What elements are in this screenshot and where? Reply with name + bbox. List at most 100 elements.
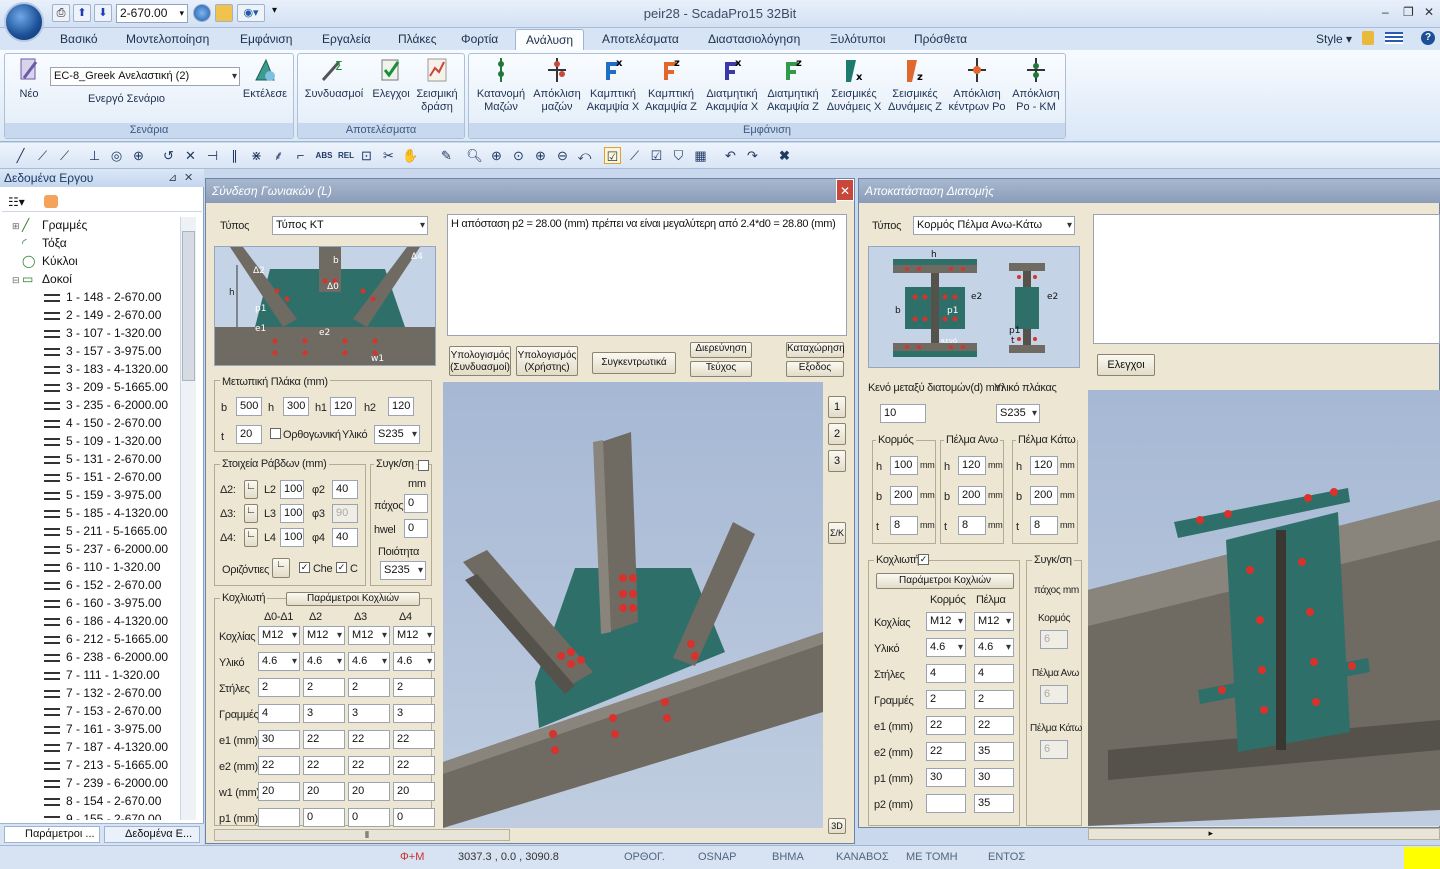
d1-bolt-select[interactable]: 4.6 bbox=[393, 652, 435, 671]
d2-dim-input[interactable]: 8 bbox=[958, 516, 986, 535]
d1-hscrollbar[interactable]: ⦀ bbox=[214, 829, 510, 841]
graph-icon[interactable]: ⟋ bbox=[626, 147, 643, 164]
c-checkbox[interactable]: ✓ bbox=[336, 562, 347, 573]
tab-modeling[interactable]: Μοντελοποίηση bbox=[126, 32, 209, 46]
bar-length-input[interactable]: 100 bbox=[280, 480, 304, 499]
d1-bolt-input[interactable]: 22 bbox=[303, 730, 345, 749]
rotate-tool-icon[interactable]: ↺ bbox=[160, 147, 177, 164]
d2-bolt-input[interactable] bbox=[926, 794, 966, 813]
investigation-button[interactable]: Διερεύνηση bbox=[690, 342, 752, 358]
tree-beam-item[interactable]: 1 - 148 - 2-670.00 bbox=[44, 288, 161, 306]
d1-bolt-input[interactable]: 3 bbox=[348, 704, 390, 723]
d1-bolt-select[interactable]: 4.6 bbox=[303, 652, 345, 671]
tree-beam-item[interactable]: 5 - 185 - 4-1320.00 bbox=[44, 504, 168, 522]
d2-weld-top-input[interactable]: 6 bbox=[1040, 685, 1068, 704]
fillet-tool-icon[interactable]: ⌐ bbox=[292, 147, 309, 164]
tree-beam-item[interactable]: 6 - 110 - 1-320.00 bbox=[44, 558, 161, 576]
weld-checkbox[interactable] bbox=[418, 460, 429, 471]
tab-design[interactable]: Διαστασιολόγηση bbox=[708, 32, 800, 46]
tree-beam-item[interactable]: 7 - 111 - 1-320.00 bbox=[44, 666, 160, 684]
delete-icon[interactable]: ✖ bbox=[776, 147, 793, 164]
exit-button[interactable]: Εξοδος bbox=[786, 361, 844, 377]
tree-beam-item[interactable]: 7 - 239 - 6-2000.00 bbox=[44, 774, 168, 792]
node-tool-icon[interactable]: ⸙ bbox=[270, 147, 287, 164]
d2-bolt-params-button[interactable]: Παράμετροι Κοχλιών bbox=[876, 573, 1014, 589]
view-3-button[interactable]: 3 bbox=[828, 450, 846, 472]
view-2-button[interactable]: 2 bbox=[828, 423, 846, 445]
d1-bolt-input[interactable]: 0 bbox=[348, 808, 390, 827]
shear-stiffness-z-button[interactable]: z Διατμητική Ακαμψία Z bbox=[763, 56, 823, 114]
tree-beam-item[interactable]: 3 - 107 - 1-320.00 bbox=[44, 324, 161, 342]
combinations-button[interactable]: Σ Συνδυασμοί bbox=[302, 56, 366, 101]
d2-bolt-input[interactable]: 4 bbox=[974, 664, 1014, 683]
d2-3d-view[interactable] bbox=[1088, 390, 1440, 826]
d1-bolt-input[interactable]: 22 bbox=[258, 756, 300, 775]
zoom-minus-icon[interactable]: ⊖ bbox=[554, 147, 571, 164]
undo-icon[interactable]: ↶ bbox=[722, 147, 739, 164]
bar-phi-input[interactable]: 40 bbox=[332, 528, 358, 547]
d2-bolt-input[interactable]: 30 bbox=[926, 768, 966, 787]
seismic-action-button[interactable]: Σεισμική δράση bbox=[413, 56, 461, 114]
d2-hscrollbar[interactable]: ▸ bbox=[1088, 828, 1440, 840]
zoom-previous-icon[interactable]: ⤺ bbox=[576, 147, 593, 164]
tab-parameters[interactable]: Παράμετροι ... bbox=[4, 826, 100, 843]
tree-beam-item[interactable]: 6 - 212 - 5-1665.00 bbox=[44, 630, 168, 648]
refresh-icon[interactable] bbox=[44, 195, 58, 208]
grid-icon[interactable]: ▦ bbox=[692, 147, 709, 164]
seismic-forces-x-button[interactable]: x Σεισμικές Δυνάμεις X bbox=[824, 56, 884, 114]
mass-distribution-button[interactable]: Κατανομή Μαζών bbox=[472, 56, 530, 114]
status-step[interactable]: ΒΗΜΑ bbox=[772, 851, 804, 863]
d1-bolt-input[interactable]: 22 bbox=[393, 756, 435, 775]
d2-dim-input[interactable]: 200 bbox=[1030, 486, 1058, 505]
tree-beam-item[interactable]: 5 - 151 - 2-670.00 bbox=[44, 468, 161, 486]
d1-bolt-input[interactable]: 4 bbox=[258, 704, 300, 723]
d1-bolt-params-button[interactable]: Παράμετροι Κοχλιών bbox=[286, 592, 420, 606]
circle-tool-icon[interactable]: ◎ bbox=[108, 147, 125, 164]
tree-beam-item[interactable]: 7 - 153 - 2-670.00 bbox=[44, 702, 161, 720]
tab-analysis[interactable]: Ανάλυση bbox=[515, 29, 585, 51]
d2-bolt-select[interactable]: 4.6 bbox=[974, 638, 1014, 657]
weld-quality-select[interactable]: S235 bbox=[380, 561, 426, 580]
d2-bolt-input[interactable]: 4 bbox=[926, 664, 966, 683]
d1-bolt-input[interactable] bbox=[258, 808, 300, 827]
d1-bolt-input[interactable]: 0 bbox=[303, 808, 345, 827]
calc-user-button[interactable]: Υπολογισμός (Χρήστης) bbox=[516, 346, 578, 376]
d1-bolt-input[interactable]: 20 bbox=[258, 782, 300, 801]
hwel-input[interactable]: 0 bbox=[404, 519, 428, 538]
d1-bolt-input[interactable]: 3 bbox=[303, 704, 345, 723]
tab-project-data[interactable]: Δεδομένα Ε... bbox=[104, 826, 200, 843]
d1-3d-view[interactable] bbox=[443, 382, 823, 828]
summary-button[interactable]: Συγκεντρωτικά bbox=[592, 352, 676, 374]
d1-bolt-input[interactable]: 22 bbox=[303, 756, 345, 775]
scenario-combo[interactable]: EC-8_Greek Ανελαστική (2) bbox=[50, 67, 240, 86]
d2-dim-input[interactable]: 100 bbox=[890, 456, 918, 475]
tree-beam-item[interactable]: 6 - 238 - 6-2000.00 bbox=[44, 648, 168, 666]
tree-node[interactable]: ⊞ ╱ Γραμμές bbox=[12, 216, 87, 234]
tree-beam-item[interactable]: 7 - 132 - 2-670.00 bbox=[44, 684, 161, 702]
d2-bolt-input[interactable]: 22 bbox=[926, 716, 966, 735]
rho-km-deviation-button[interactable]: Απόκλιση Ρο - ΚΜ bbox=[1008, 56, 1064, 114]
plate-t-input[interactable]: 20 bbox=[236, 425, 262, 444]
tree-beam-item[interactable]: 6 - 160 - 3-975.00 bbox=[44, 594, 161, 612]
tree-beam-item[interactable]: 3 - 235 - 6-2000.00 bbox=[44, 396, 168, 414]
parallel-tool-icon[interactable]: ∥ bbox=[226, 147, 243, 164]
d1-bolt-input[interactable]: 0 bbox=[393, 808, 435, 827]
check-selected-icon[interactable]: ☑ bbox=[604, 147, 621, 164]
d2-weld-web-input[interactable]: 6 bbox=[1040, 630, 1068, 649]
style-menu[interactable]: Style ▾ bbox=[1316, 32, 1352, 46]
rel-coords-icon[interactable]: REL bbox=[336, 147, 356, 164]
bar-section-button[interactable]: ∟ bbox=[244, 480, 258, 499]
tree-beam-item[interactable]: 2 - 149 - 2-670.00 bbox=[44, 306, 161, 324]
tree-beam-item[interactable]: 4 - 150 - 2-670.00 bbox=[44, 414, 161, 432]
d2-checks-button[interactable]: Ελεγχοι bbox=[1097, 354, 1155, 376]
d1-bolt-select[interactable]: 4.6 bbox=[348, 652, 390, 671]
d2-dim-input[interactable]: 8 bbox=[890, 516, 918, 535]
d1-bolt-select[interactable]: M12 bbox=[303, 626, 345, 645]
status-inside[interactable]: ΕΝΤΟΣ bbox=[988, 851, 1025, 863]
tree-beam-item[interactable]: 9 - 155 - 2-670.00 bbox=[44, 810, 161, 820]
tab-formwork[interactable]: Ξυλότυποι bbox=[830, 32, 885, 46]
d1-bolt-input[interactable]: 2 bbox=[348, 678, 390, 697]
d1-bolt-select[interactable]: M12 bbox=[258, 626, 300, 645]
pan-tool-icon[interactable]: ✋ bbox=[402, 147, 419, 164]
report-button[interactable]: Τεύχος bbox=[690, 361, 752, 377]
